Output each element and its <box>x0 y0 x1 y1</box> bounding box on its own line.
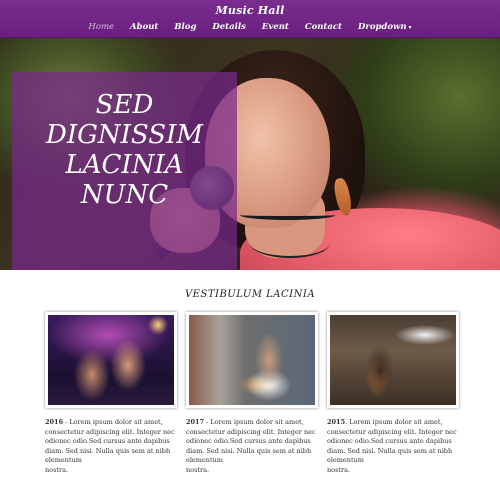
hero-photo-necklace <box>250 228 330 258</box>
concert-photo[interactable] <box>327 312 459 408</box>
hero-banner: SED DIGNISSIM LACINIA NUNC <box>0 38 500 270</box>
event-year: 2015 <box>327 418 346 426</box>
event-description-tail: nostra. <box>45 465 69 474</box>
nav-contact[interactable]: Contact <box>297 21 350 34</box>
concert-photo[interactable] <box>186 312 318 408</box>
event-year: 2016 <box>45 418 64 426</box>
event-card-text: 2016 - Lorem ipsum dolor sit amet, conse… <box>45 418 177 475</box>
site-header: Music Hall Home About Blog Details Event… <box>0 0 500 38</box>
hero-photo-choker <box>240 210 335 220</box>
section-title: VESTIBULUM LACINIA <box>184 289 316 300</box>
main-nav: Home About Blog Details Event Contact Dr… <box>0 21 500 34</box>
event-description-tail: nostra. <box>186 465 210 474</box>
site-title[interactable]: Music Hall <box>0 4 500 17</box>
event-card: 2015. Lorem ipsum dolor sit amet, consec… <box>327 312 459 475</box>
nav-blog[interactable]: Blog <box>166 21 204 34</box>
event-card-text: 2017 - Lorem ipsum dolor sit amet, conse… <box>186 418 318 475</box>
event-description: . Lorem ipsum dolor sit amet, consectetu… <box>327 418 457 464</box>
nav-dropdown[interactable]: Dropdown ▾ <box>350 21 420 34</box>
hero-line: NUNC <box>80 180 169 210</box>
event-card: 2017 - Lorem ipsum dolor sit amet, conse… <box>186 312 318 475</box>
hero-heading: SED DIGNISSIM LACINIA NUNC <box>12 90 237 210</box>
chevron-down-icon: ▾ <box>408 24 412 31</box>
hero-line: LACINIA <box>65 150 184 180</box>
event-card: 2016 - Lorem ipsum dolor sit amet, conse… <box>45 312 177 475</box>
hero-line: SED <box>95 90 154 120</box>
event-year: 2017 <box>186 418 205 426</box>
event-description: - Lorem ipsum dolor sit amet, consectetu… <box>186 418 316 464</box>
nav-about[interactable]: About <box>122 21 166 34</box>
concert-photo[interactable] <box>45 312 177 408</box>
nav-dropdown-label: Dropdown <box>357 22 407 32</box>
hero-line: DIGNISSIM <box>46 120 203 150</box>
nav-home[interactable]: Home <box>80 21 122 34</box>
nav-details[interactable]: Details <box>204 21 253 34</box>
nav-event[interactable]: Event <box>254 21 297 34</box>
event-description-tail: nostra. <box>327 465 351 474</box>
event-description: - Lorem ipsum dolor sit amet, consectetu… <box>45 418 175 464</box>
event-card-text: 2015. Lorem ipsum dolor sit amet, consec… <box>327 418 459 475</box>
